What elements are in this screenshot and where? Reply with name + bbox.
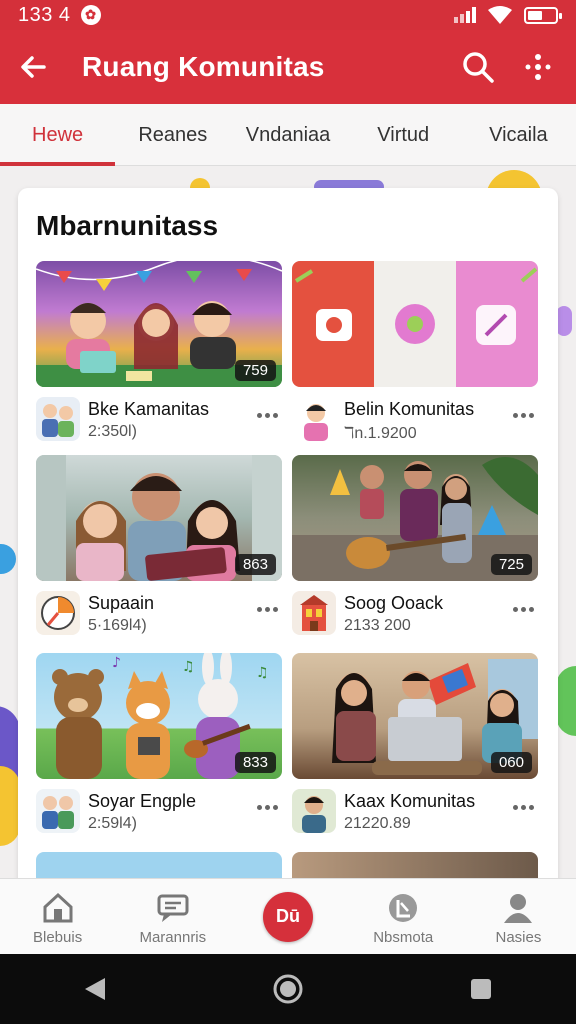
community-item[interactable]: Belin Komunitas ℸn.1.9200	[292, 261, 538, 445]
thumbnail-cartoon-animals[interactable]: ♪ ♫ ♫ 833	[36, 653, 282, 779]
tab-reanes[interactable]: Reanes	[115, 104, 230, 166]
system-navigation-bar	[0, 954, 576, 1024]
decor-bar	[556, 666, 576, 736]
nav-notifications[interactable]: Nbsmota	[346, 879, 461, 954]
wifi-icon	[488, 6, 512, 24]
signal-icon	[454, 7, 476, 23]
community-stats: 2133 200	[344, 617, 411, 634]
status-time: 133 4	[18, 3, 71, 26]
thumbnail-app-icons[interactable]	[292, 261, 538, 387]
item-more-button[interactable]	[513, 607, 534, 612]
nav-create[interactable]: Dū	[230, 879, 345, 954]
bottom-navigation: Blebuis Marannris Dū Nbsmota Nasies	[0, 878, 576, 954]
nav-profile[interactable]: Nasies	[461, 879, 576, 954]
search-icon	[463, 52, 494, 83]
member-count-badge: 863	[234, 554, 276, 575]
thumbnail-illustration	[292, 261, 538, 387]
community-card: Mbarnunitass 759 Bke Kamanitas 2:350Ɩ) B…	[18, 188, 558, 888]
nav-label: Nbsmota	[373, 929, 434, 946]
community-stats: 2:350Ɩ)	[88, 423, 137, 440]
search-button[interactable]	[448, 37, 508, 97]
thumbnail-family-tablet[interactable]: 863	[36, 455, 282, 581]
thumbnail-kids-classroom[interactable]: 759	[36, 261, 282, 387]
community-name: Kaax Komunitas	[344, 791, 476, 811]
thumbnail-guitar-group[interactable]: 725	[292, 455, 538, 581]
notification-icon	[389, 894, 418, 922]
section-title: Mbarnunitass	[36, 210, 219, 241]
avatar	[36, 397, 80, 441]
decor-bar	[556, 306, 572, 336]
community-name: Soog Ooack	[344, 593, 444, 613]
tab-bar: Hewe Reanes Vndaniaa Virtud Vicaila	[0, 104, 576, 166]
community-stats: 5·169Ɩ4)	[88, 617, 147, 634]
community-item[interactable]: 759 Bke Kamanitas 2:350Ɩ)	[36, 261, 282, 445]
community-stats: 2:59Ɩ4)	[88, 815, 137, 832]
home-circle-icon[interactable]	[272, 973, 304, 1005]
back-triangle-icon[interactable]	[83, 976, 107, 1002]
svg-text:♪: ♪	[112, 655, 121, 671]
thumbnail-study-laptop[interactable]: 060	[292, 653, 538, 779]
tab-hewe[interactable]: Hewe	[0, 104, 116, 166]
tab-vicaila[interactable]: Vicaila	[461, 104, 576, 166]
nav-home[interactable]: Blebuis	[0, 879, 115, 954]
avatar	[36, 591, 80, 635]
community-name: Supaain	[88, 593, 155, 613]
item-more-button[interactable]	[257, 805, 278, 810]
decor-dot	[0, 544, 16, 574]
item-more-button[interactable]	[257, 607, 278, 612]
decor-bar	[0, 766, 20, 846]
community-stats: 21220.89	[344, 815, 411, 832]
tab-virtud[interactable]: Virtud	[346, 104, 461, 166]
nav-label: Marannris	[139, 929, 207, 946]
community-name: Belin Komunitas	[344, 399, 475, 419]
battery-icon	[524, 6, 562, 24]
member-count-badge: 833	[234, 752, 276, 773]
avatar	[292, 591, 336, 635]
item-more-button[interactable]	[513, 413, 534, 418]
item-more-button[interactable]	[513, 805, 534, 810]
community-item[interactable]: 725 Soog Ooack 2133 200	[292, 455, 538, 639]
avatar	[36, 789, 80, 833]
recents-square-icon[interactable]	[469, 977, 493, 1001]
tab-vndaniaa[interactable]: Vndaniaa	[230, 104, 345, 166]
back-arrow-icon	[21, 56, 46, 78]
page-title: Ruang Komunitas	[82, 51, 325, 82]
svg-text:♫: ♫	[256, 665, 269, 681]
app-bar: Ruang Komunitas	[0, 30, 576, 104]
avatar	[292, 397, 336, 441]
back-button[interactable]	[0, 30, 66, 104]
status-bar: 133 4 ✿	[0, 0, 576, 30]
item-more-button[interactable]	[257, 413, 278, 418]
profile-icon	[504, 894, 533, 923]
create-icon[interactable]: Dū	[263, 891, 313, 942]
community-name: Bke Kamanitas	[88, 399, 210, 419]
more-icon	[525, 54, 551, 80]
home-icon	[43, 892, 73, 923]
nav-messages[interactable]: Marannris	[115, 879, 230, 954]
member-count-badge: 725	[490, 554, 532, 575]
nav-label: Blebuis	[33, 929, 83, 946]
community-name: Soyar Engple	[88, 791, 197, 811]
svg-text:♫: ♫	[182, 659, 195, 675]
community-item[interactable]: 060 Kaax Komunitas 21220.89	[292, 653, 538, 837]
member-count-badge: 759	[234, 360, 276, 381]
community-stats: ℸn.1.9200	[344, 425, 417, 442]
notification-icon: ✿	[80, 5, 101, 25]
community-item[interactable]: ♪ ♫ ♫ 833 Soyar Engple 2:59Ɩ4)	[36, 653, 282, 837]
avatar	[292, 789, 336, 833]
community-item[interactable]: 863 Supaain 5·169Ɩ4)	[36, 455, 282, 639]
chat-icon	[157, 894, 189, 922]
member-count-badge: 060	[490, 752, 532, 773]
nav-label: Nasies	[495, 929, 542, 946]
more-options-button[interactable]	[508, 37, 568, 97]
